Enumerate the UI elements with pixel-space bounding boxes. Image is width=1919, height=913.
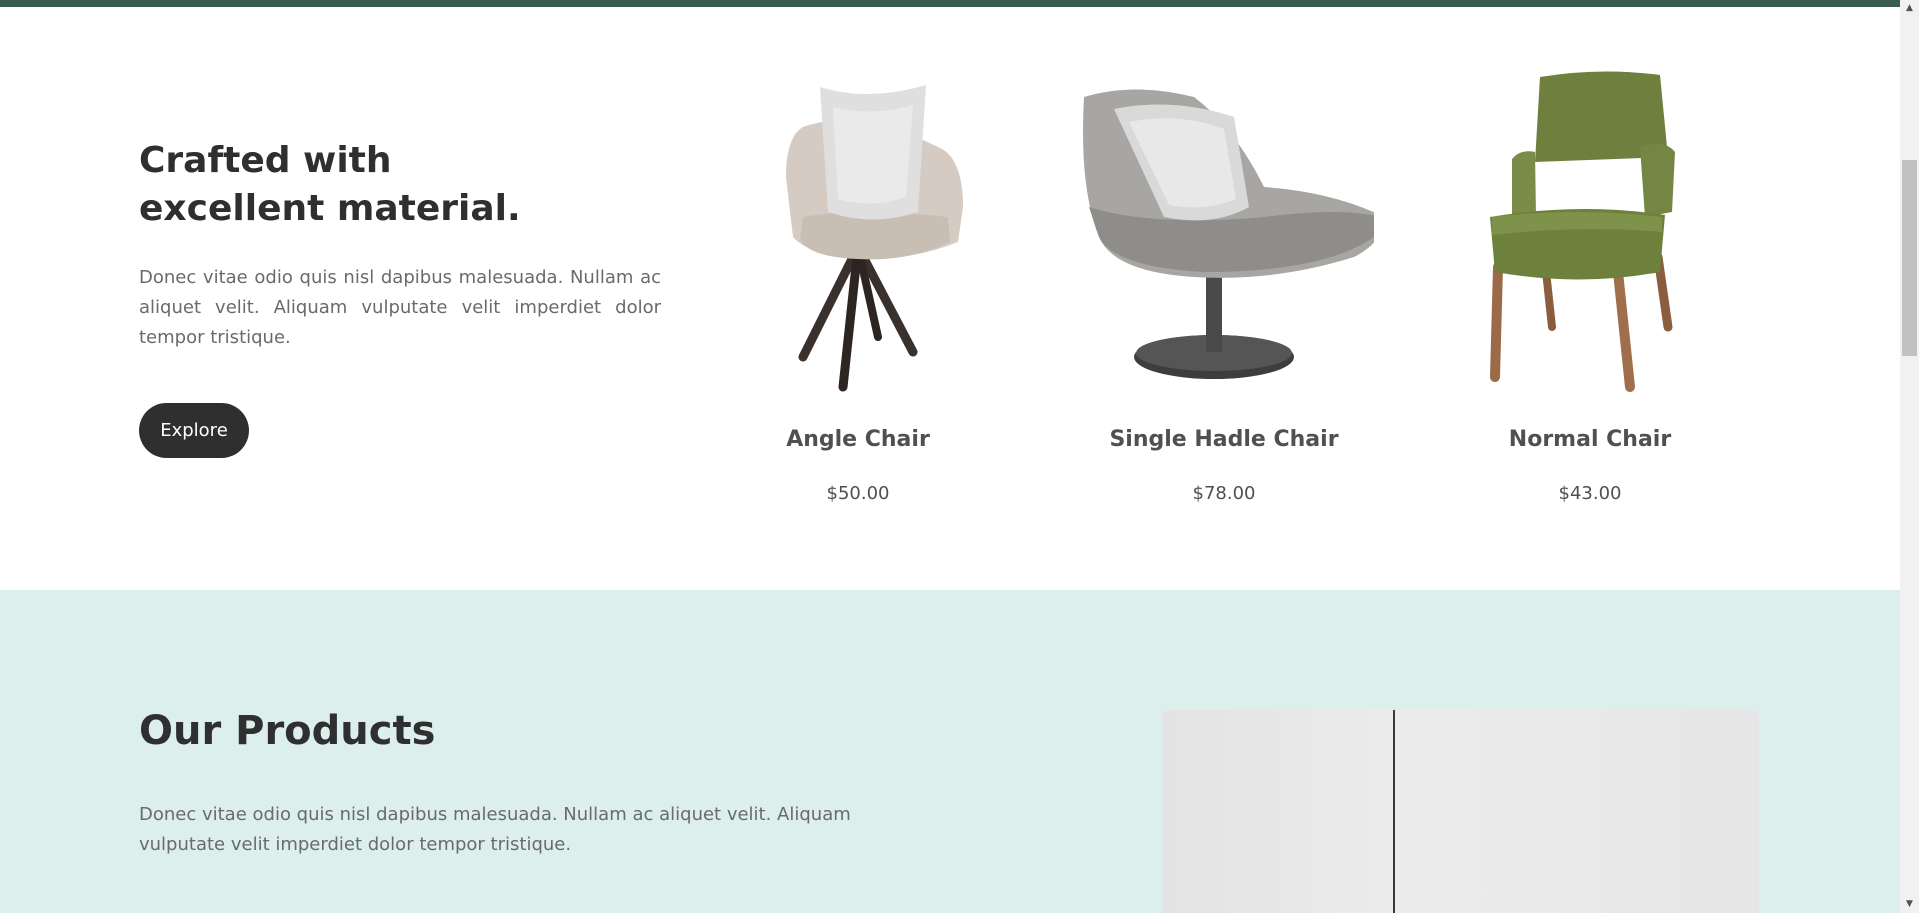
crafted-heading: Crafted with excellent material.: [139, 137, 539, 233]
our-products-description: Donec vitae odio quis nisl dapibus males…: [139, 804, 851, 855]
normal-chair-image: [1490, 71, 1675, 392]
product-price: $78.00: [1192, 483, 1256, 504]
explore-button[interactable]: Explore: [139, 403, 249, 458]
angle-chair-image: [786, 85, 963, 392]
product-price: $50.00: [826, 483, 890, 504]
vertical-scrollbar[interactable]: ▲ ▼: [1900, 0, 1919, 913]
product-price: $43.00: [1558, 483, 1622, 504]
product-name[interactable]: Angle Chair: [708, 427, 1008, 452]
cabinet-door-line: [1393, 710, 1395, 913]
single-hadle-chair-image: [1083, 89, 1374, 379]
product-card-normal-chair[interactable]: Normal Chair $43.00: [1440, 67, 1740, 527]
our-products-heading: Our Products: [139, 708, 436, 754]
product-name[interactable]: Normal Chair: [1440, 427, 1740, 452]
crafted-heading-line2: excellent material.: [139, 188, 521, 229]
crafted-section: Crafted with excellent material. Donec v…: [0, 7, 1900, 590]
page-content: Crafted with excellent material. Donec v…: [0, 7, 1900, 913]
product-name[interactable]: Single Hadle Chair: [1074, 427, 1374, 452]
scroll-down-icon[interactable]: ▼: [1900, 896, 1919, 913]
scroll-up-icon[interactable]: ▲: [1900, 0, 1919, 17]
scrollbar-thumb[interactable]: [1902, 160, 1917, 356]
products-showcase-image: [1163, 710, 1759, 913]
crafted-heading-line1: Crafted with: [139, 140, 392, 181]
crafted-description: Donec vitae odio quis nisl dapibus males…: [139, 267, 661, 348]
our-products-section: Our Products Donec vitae odio quis nisl …: [0, 590, 1900, 913]
product-card-single-hadle-chair[interactable]: Single Hadle Chair $78.00: [1074, 67, 1374, 527]
product-card-angle-chair[interactable]: Angle Chair $50.00: [708, 67, 1008, 527]
